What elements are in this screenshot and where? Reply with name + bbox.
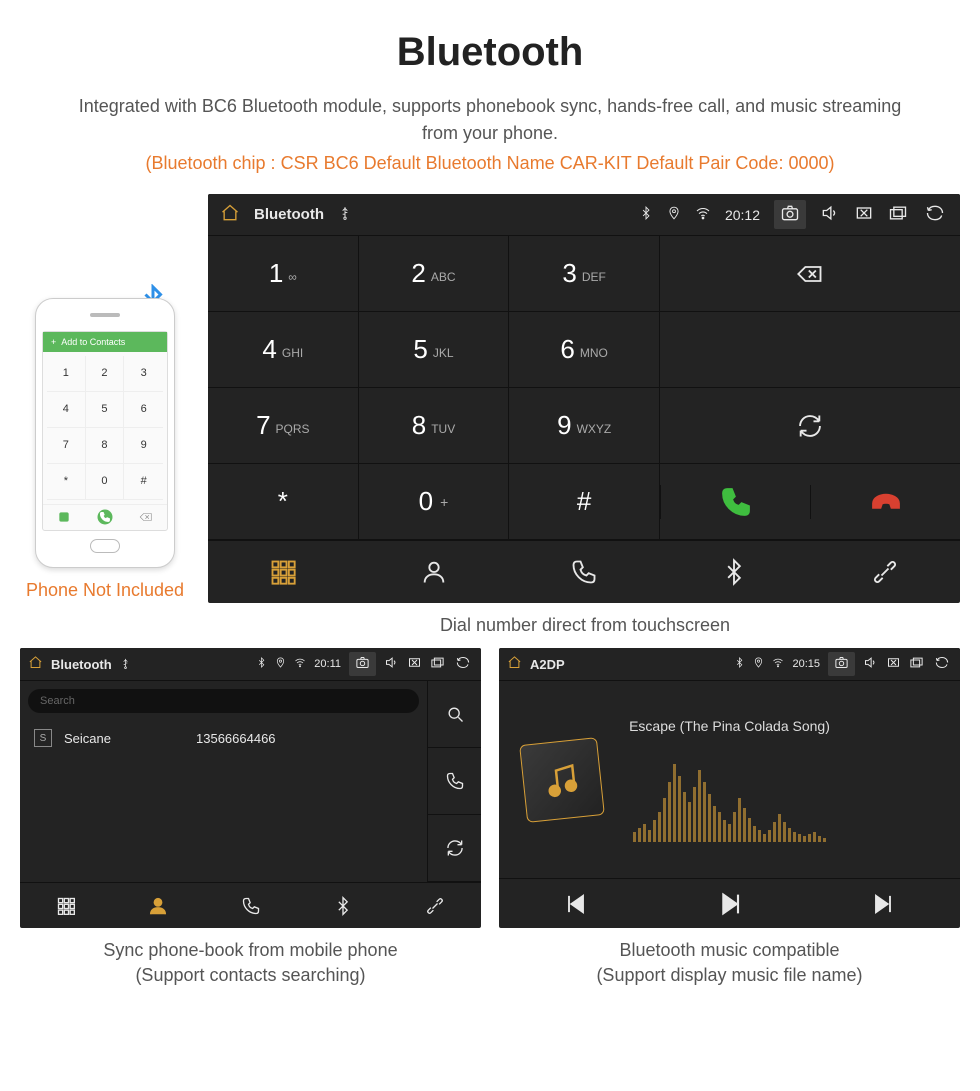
clock: 20:11 (314, 658, 341, 670)
home-icon[interactable] (507, 655, 522, 673)
key-3[interactable]: 3DEF (509, 236, 660, 312)
phone-keypad: 123 456 789 *0# (43, 352, 167, 504)
search-input[interactable]: Search (28, 689, 419, 713)
status-bar: Bluetooth 20:12 (208, 194, 960, 236)
back-icon[interactable] (453, 655, 473, 673)
bluetooth-specs: (Bluetooth chip : CSR BC6 Default Blueto… (20, 153, 960, 174)
close-box-icon[interactable] (886, 655, 901, 673)
page-title: Bluetooth (20, 30, 960, 75)
tab-bar (208, 540, 960, 603)
tab-pair[interactable] (389, 883, 481, 928)
song-title: Escape (The Pina Colada Song) (629, 718, 830, 734)
location-icon (667, 206, 681, 223)
key-#[interactable]: # (509, 464, 660, 540)
visualizer (600, 752, 860, 842)
key-9[interactable]: 9WXYZ (509, 388, 660, 464)
wifi-icon (695, 205, 711, 224)
next-button[interactable] (806, 879, 960, 928)
hangup-button[interactable] (810, 485, 960, 519)
volume-icon[interactable] (820, 203, 840, 226)
volume-icon[interactable] (863, 655, 878, 673)
key-1[interactable]: 1∞ (208, 236, 359, 312)
sync-button[interactable] (660, 388, 960, 464)
close-box-icon[interactable] (407, 655, 422, 673)
bluetooth-status-icon (734, 655, 745, 673)
page-description: Integrated with BC6 Bluetooth module, su… (60, 93, 920, 147)
key-6[interactable]: 6MNO (509, 312, 660, 388)
back-icon[interactable] (922, 203, 948, 226)
location-icon (275, 655, 286, 673)
call-contact-button[interactable] (427, 748, 481, 815)
phone-mockup: +Add to Contacts 123 456 789 *0# (35, 298, 175, 568)
backspace-button[interactable] (660, 236, 960, 312)
dialer-keypad: 1∞2ABC3DEF 4GHI5JKL6MNO 7PQRS8TUV9WXYZ *0+# (208, 236, 660, 540)
prev-button[interactable] (499, 879, 653, 928)
app-title: A2DP (530, 657, 565, 672)
usb-icon (120, 656, 131, 672)
volume-icon[interactable] (384, 655, 399, 673)
key-4[interactable]: 4GHI (208, 312, 359, 388)
tab-keypad[interactable] (20, 883, 112, 928)
home-icon[interactable] (28, 655, 43, 673)
clock: 20:12 (725, 207, 760, 223)
phone-header: +Add to Contacts (43, 332, 167, 352)
location-icon (753, 655, 764, 673)
phone-caption: Phone Not Included (26, 578, 184, 603)
wifi-icon (294, 655, 306, 673)
phonebook-unit: Bluetooth 20:11 Search (20, 648, 481, 928)
tab-calls[interactable] (509, 541, 659, 603)
clock: 20:15 (792, 658, 820, 670)
home-icon[interactable] (220, 203, 240, 226)
windows-icon[interactable] (888, 203, 908, 226)
contact-row[interactable]: S Seicane 13566664466 (20, 721, 427, 755)
music-caption: Bluetooth music compatible(Support displ… (499, 938, 960, 988)
tab-pair[interactable] (810, 541, 960, 603)
music-unit: A2DP 20:15 Escape (The Pina Colada Song) (499, 648, 960, 928)
phonebook-caption: Sync phone-book from mobile phone(Suppor… (20, 938, 481, 988)
tab-keypad[interactable] (208, 541, 358, 603)
contact-name: Seicane (64, 731, 184, 746)
key-2[interactable]: 2ABC (359, 236, 510, 312)
album-art (519, 737, 605, 823)
dialer-unit: Bluetooth 20:12 1∞2ABC3DEF 4GHI5JKL6MNO 7P… (208, 194, 960, 603)
key-7[interactable]: 7PQRS (208, 388, 359, 464)
back-icon[interactable] (932, 655, 952, 673)
bluetooth-status-icon (256, 655, 267, 673)
search-button[interactable] (427, 681, 481, 748)
key-*[interactable]: * (208, 464, 359, 540)
key-0[interactable]: 0+ (359, 464, 510, 540)
key-8[interactable]: 8TUV (359, 388, 510, 464)
usb-icon (338, 206, 352, 223)
camera-icon[interactable] (349, 652, 376, 676)
tab-calls[interactable] (204, 883, 296, 928)
app-title: Bluetooth (254, 206, 324, 223)
contact-number: 13566664466 (196, 731, 276, 746)
refresh-button[interactable] (427, 815, 481, 882)
key-5[interactable]: 5JKL (359, 312, 510, 388)
tab-contacts[interactable] (358, 541, 508, 603)
dialer-caption: Dial number direct from touchscreen (210, 613, 960, 638)
contact-badge: S (34, 729, 52, 747)
bluetooth-status-icon (639, 206, 653, 223)
play-button[interactable] (653, 879, 807, 928)
tab-bluetooth[interactable] (297, 883, 389, 928)
app-title: Bluetooth (51, 657, 112, 672)
wifi-icon (772, 655, 784, 673)
camera-icon[interactable] (774, 200, 806, 229)
windows-icon[interactable] (430, 655, 445, 673)
call-button[interactable] (660, 485, 810, 519)
camera-icon[interactable] (828, 652, 855, 676)
windows-icon[interactable] (909, 655, 924, 673)
tab-bluetooth[interactable] (659, 541, 809, 603)
tab-contacts[interactable] (112, 883, 204, 928)
close-box-icon[interactable] (854, 203, 874, 226)
